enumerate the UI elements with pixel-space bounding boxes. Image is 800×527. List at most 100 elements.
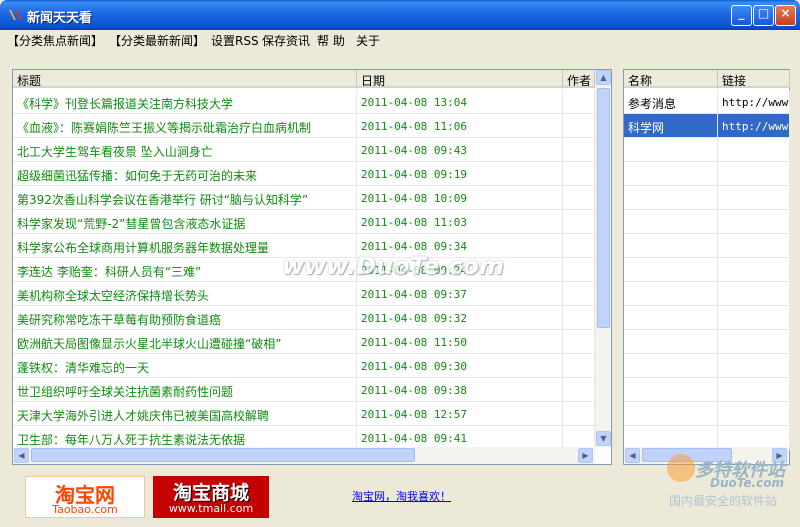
rss-link bbox=[718, 138, 790, 162]
rss-link bbox=[718, 234, 790, 258]
rss-empty-row bbox=[624, 378, 790, 402]
close-button[interactable]: × bbox=[775, 5, 796, 26]
rss-link bbox=[718, 186, 790, 210]
news-date: 2011-04-08 13:04 bbox=[357, 90, 563, 114]
news-row[interactable]: 北工大学生驾车看夜景 坠入山涧身亡 2011-04-08 09:43 bbox=[13, 138, 595, 162]
duote-corner-watermark: 多特软件站 DuoTe.com 国内最安全的软件站 bbox=[655, 452, 795, 512]
column-header-link[interactable]: 链接 bbox=[718, 70, 790, 88]
maximize-button[interactable]: □ bbox=[753, 5, 774, 26]
news-title: 《血液》：陈赛娟陈竺王振义等揭示砒霜治疗白血病机制 bbox=[13, 114, 357, 138]
news-date: 2011-04-08 10:09 bbox=[357, 186, 563, 210]
rss-empty-row bbox=[624, 306, 790, 330]
scroll-thumb[interactable] bbox=[597, 88, 610, 328]
taobao-promo-link[interactable]: 淘宝网，淘我喜欢！ bbox=[352, 488, 451, 504]
scroll-left-icon[interactable]: ◀ bbox=[14, 448, 29, 463]
scroll-up-icon[interactable]: ▲ bbox=[596, 70, 611, 85]
news-author bbox=[563, 186, 595, 210]
column-header-author[interactable]: 作者 bbox=[563, 70, 595, 88]
news-author bbox=[563, 378, 595, 402]
news-row[interactable]: 天津大学海外引进人才姚庆伟已被美国高校解聘 2011-04-08 12:57 bbox=[13, 402, 595, 426]
rss-empty-row bbox=[624, 402, 790, 426]
rss-name bbox=[624, 330, 718, 354]
title-bar[interactable]: 新闻天天看 _ □ × bbox=[0, 0, 800, 30]
news-title: 美研究称常吃冻干草莓有助预防食道癌 bbox=[13, 306, 357, 330]
rss-link bbox=[718, 306, 790, 330]
taobao-logo[interactable]: 淘宝网 Taobao.com bbox=[25, 476, 145, 518]
duote-watermark: www.DuoTe.com bbox=[282, 252, 504, 280]
rss-list[interactable]: 名称 链接 参考消息 http://www 科学网 http://www ◀ ▶ bbox=[623, 69, 790, 465]
news-vertical-scrollbar[interactable]: ▲ ▼ bbox=[595, 70, 611, 447]
menu-about[interactable]: 关于 bbox=[356, 32, 380, 49]
duote-domain: DuoTe.com bbox=[710, 476, 784, 490]
window-title: 新闻天天看 bbox=[27, 11, 93, 26]
rss-name bbox=[624, 282, 718, 306]
rss-empty-row bbox=[624, 330, 790, 354]
news-date: 2011-04-08 11:50 bbox=[357, 330, 563, 354]
rss-name bbox=[624, 162, 718, 186]
news-title: 《科学》刊登长篇报道关注南方科技大学 bbox=[13, 90, 357, 114]
news-row[interactable]: 蓬铁权：清华难忘的一天 2011-04-08 09:30 bbox=[13, 354, 595, 378]
minimize-button[interactable]: _ bbox=[731, 5, 752, 26]
rss-row[interactable]: 科学网 http://www bbox=[624, 114, 790, 138]
news-row[interactable]: 《血液》：陈赛娟陈竺王振义等揭示砒霜治疗白血病机制 2011-04-08 11:0… bbox=[13, 114, 595, 138]
rss-link bbox=[718, 258, 790, 282]
tmall-logo-domain: www.tmall.com bbox=[168, 502, 254, 515]
rss-empty-row bbox=[624, 354, 790, 378]
news-row[interactable]: 科学家发现“荒野-2”彗星曾包含液态水证据 2011-04-08 11:03 bbox=[13, 210, 595, 234]
rss-link: http://www bbox=[718, 114, 790, 138]
news-row[interactable]: 超级细菌迅猛传播：如何免于无药可治的未来 2011-04-08 09:19 bbox=[13, 162, 595, 186]
scroll-right-icon[interactable]: ▶ bbox=[578, 448, 593, 463]
news-author bbox=[563, 330, 595, 354]
news-row[interactable]: 世卫组织呼吁全球关注抗菌素耐药性问题 2011-04-08 09:38 bbox=[13, 378, 595, 402]
news-title: 欧洲航天局图像显示火星北半球火山遭碰撞“破相” bbox=[13, 330, 357, 354]
tmall-logo-text: 淘宝商城 bbox=[172, 482, 249, 504]
scroll-left-icon[interactable]: ◀ bbox=[625, 448, 640, 463]
horizontal-scroll-thumb[interactable] bbox=[31, 448, 415, 462]
duote-logo-icon bbox=[667, 454, 695, 482]
news-author bbox=[563, 306, 595, 330]
menu-latest-news[interactable]: 【分类最新新闻】 bbox=[109, 32, 205, 49]
menu-save-info[interactable]: 保存资讯 bbox=[262, 32, 310, 49]
rss-name bbox=[624, 378, 718, 402]
news-row[interactable]: 美研究称常吃冻干草莓有助预防食道癌 2011-04-08 09:32 bbox=[13, 306, 595, 330]
news-horizontal-scrollbar[interactable]: ◀ ▶ bbox=[13, 447, 595, 464]
rss-empty-row bbox=[624, 162, 790, 186]
rss-empty-row bbox=[624, 282, 790, 306]
rss-link bbox=[718, 378, 790, 402]
news-author bbox=[563, 90, 595, 114]
news-title: 北工大学生驾车看夜景 坠入山涧身亡 bbox=[13, 138, 357, 162]
news-title: 天津大学海外引进人才姚庆伟已被美国高校解聘 bbox=[13, 402, 357, 426]
news-row[interactable]: 欧洲航天局图像显示火星北半球火山遭碰撞“破相” 2011-04-08 11:50 bbox=[13, 330, 595, 354]
rss-empty-row bbox=[624, 210, 790, 234]
rss-name bbox=[624, 306, 718, 330]
rss-link bbox=[718, 402, 790, 426]
column-header-name[interactable]: 名称 bbox=[624, 70, 718, 88]
rss-empty-row bbox=[624, 186, 790, 210]
rss-link bbox=[718, 354, 790, 378]
menu-help[interactable]: 帮 助 bbox=[317, 32, 345, 49]
column-header-title[interactable]: 标题 bbox=[13, 70, 357, 88]
news-date: 2011-04-08 09:38 bbox=[357, 378, 563, 402]
news-author bbox=[563, 258, 595, 282]
news-author bbox=[563, 162, 595, 186]
scroll-down-icon[interactable]: ▼ bbox=[596, 431, 611, 446]
news-title: 蓬铁权：清华难忘的一天 bbox=[13, 354, 357, 378]
news-row[interactable]: 第392次香山科学会议在香港举行 研讨“脑与认知科学” 2011-04-08 10… bbox=[13, 186, 595, 210]
news-author bbox=[563, 282, 595, 306]
column-header-date[interactable]: 日期 bbox=[357, 70, 563, 88]
news-row[interactable]: 《科学》刊登长篇报道关注南方科技大学 2011-04-08 13:04 bbox=[13, 90, 595, 114]
menu-focus-news[interactable]: 【分类焦点新闻】 bbox=[7, 32, 103, 49]
app-icon bbox=[9, 10, 22, 20]
rss-name bbox=[624, 258, 718, 282]
news-title: 世卫组织呼吁全球关注抗菌素耐药性问题 bbox=[13, 378, 357, 402]
taobao-logo-domain: Taobao.com bbox=[52, 503, 118, 516]
news-author bbox=[563, 354, 595, 378]
tmall-logo[interactable]: 淘宝商城 www.tmall.com bbox=[153, 476, 269, 518]
news-row[interactable]: 美机构称全球太空经济保持增长势头 2011-04-08 09:37 bbox=[13, 282, 595, 306]
menu-bar: 【分类焦点新闻】 【分类最新新闻】 设置RSS 保存资讯 帮 助 关于 bbox=[0, 30, 800, 50]
news-date: 2011-04-08 11:03 bbox=[357, 210, 563, 234]
news-date: 2011-04-08 12:57 bbox=[357, 402, 563, 426]
rss-name: 参考消息 bbox=[624, 90, 718, 114]
rss-row[interactable]: 参考消息 http://www bbox=[624, 90, 790, 114]
menu-rss-settings[interactable]: 设置RSS bbox=[211, 32, 259, 49]
